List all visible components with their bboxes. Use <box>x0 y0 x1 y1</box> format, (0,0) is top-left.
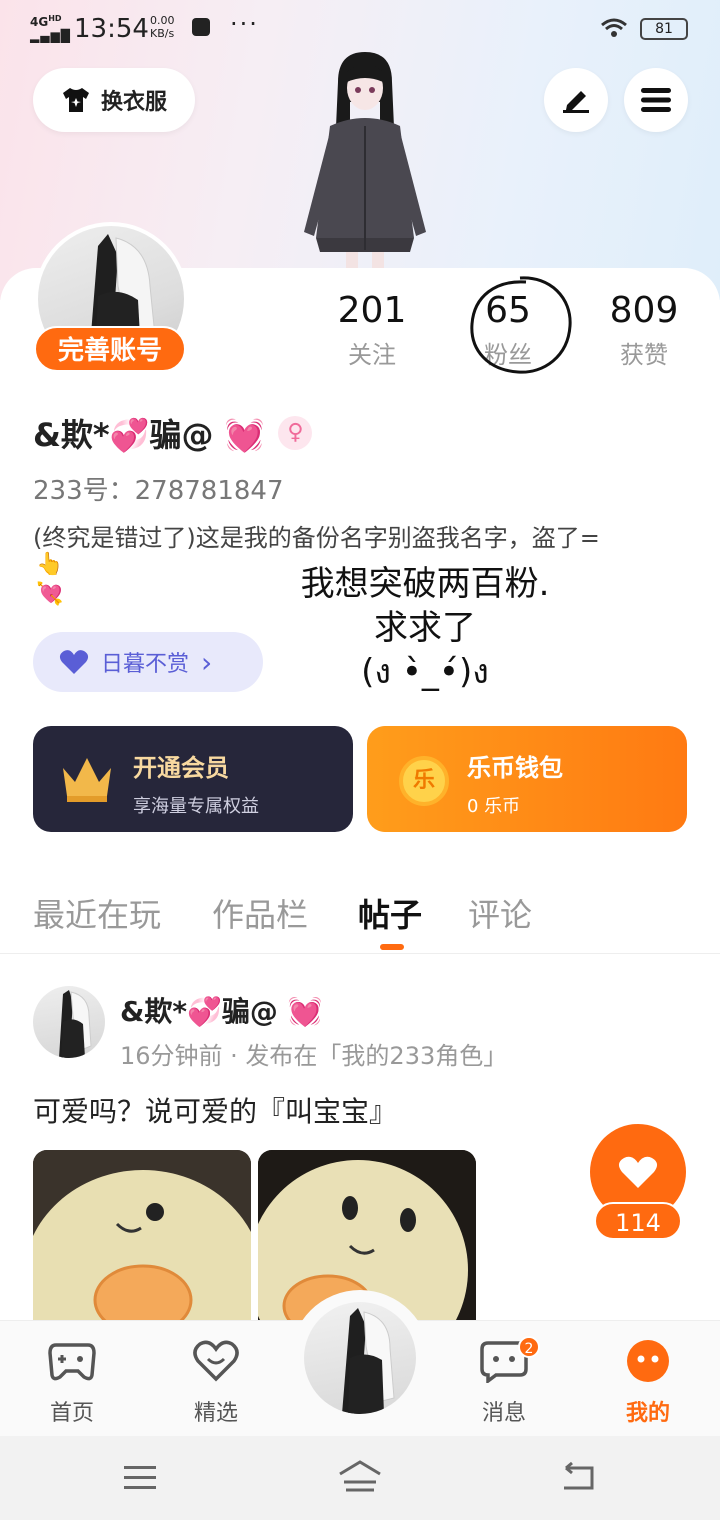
dress-up-button[interactable]: 换衣服 <box>33 68 195 132</box>
tab-recent[interactable]: 最近在玩 <box>33 890 161 936</box>
wallet-card[interactable]: 乐 乐币钱包 0 乐币 <box>367 726 687 832</box>
vip-card[interactable]: 开通会员 享海量专属权益 <box>33 726 353 832</box>
tshirt-icon <box>62 88 89 112</box>
nav-me-label: 我的 <box>625 1401 670 1426</box>
system-navigation-bar <box>0 1436 720 1520</box>
post-photo[interactable] <box>33 1150 251 1320</box>
wifi-icon <box>601 18 627 37</box>
post-author[interactable]: &欺*💞骗@ 💓 <box>120 990 323 1030</box>
active-tab-indicator <box>380 944 404 950</box>
female-icon: ♀ <box>278 416 313 450</box>
dress-up-label: 换衣服 <box>100 90 167 115</box>
overlay-text: 我想突破两百粉. 求求了 (ง •̀_•́)ง <box>300 564 550 692</box>
nav-me[interactable]: 我的 <box>598 1339 698 1427</box>
hamburger-icon <box>641 88 671 112</box>
message-badge: 2 <box>518 1336 540 1358</box>
status-bar: 4GHD ▂▄▆█ 13:54 0.00 KB/s ··· 81 <box>0 0 720 60</box>
network-indicator: 4GHD ▂▄▆█ <box>30 14 71 43</box>
tag-pill[interactable]: 日暮不赏 › <box>33 632 263 692</box>
vip-title: 开通会员 <box>133 754 229 782</box>
like-count: 114 <box>594 1202 682 1240</box>
edit-button[interactable] <box>544 68 608 132</box>
nav-featured-label: 精选 <box>193 1401 238 1426</box>
user-id: 233号：278781847 <box>33 476 284 506</box>
tab-posts[interactable]: 帖子 <box>358 890 422 936</box>
username: &欺*💞骗@ 💓 ♀ <box>33 410 313 456</box>
following-count: 201 <box>337 290 407 331</box>
likes-label: 获赞 <box>620 341 668 369</box>
more-notifications-icon: ··· <box>230 10 259 38</box>
likes-count: 809 <box>609 290 679 331</box>
post-text: 可爱吗？说可爱的『叫宝宝』 <box>33 1095 398 1128</box>
clock: 13:54 <box>74 14 149 44</box>
heart-smile-icon <box>193 1340 239 1382</box>
stat-likes[interactable]: 809 获赞 <box>584 290 704 370</box>
back-icon[interactable] <box>560 1462 598 1492</box>
vip-subtitle: 享海量专属权益 <box>133 796 259 817</box>
chevron-right-icon: › <box>201 645 213 679</box>
nav-home[interactable]: 首页 <box>22 1339 122 1427</box>
network-speed: 0.00 KB/s <box>150 14 175 40</box>
coin-icon: 乐 <box>399 756 449 806</box>
center-avatar-button[interactable] <box>304 1302 416 1414</box>
heart-icon <box>59 650 89 674</box>
tab-works[interactable]: 作品栏 <box>212 890 308 936</box>
profile-tabs: 最近在玩 作品栏 帖子 评论 <box>0 880 720 954</box>
recents-icon[interactable] <box>122 1464 158 1492</box>
character-avatar <box>304 52 426 270</box>
tag-label: 日暮不赏 <box>101 652 190 677</box>
heart-icon <box>618 1156 658 1188</box>
nav-featured[interactable]: 精选 <box>166 1339 266 1427</box>
gamepad-icon <box>48 1343 96 1381</box>
bio-emoji: 👆 💘 <box>36 552 64 607</box>
bio-text: (终究是错过了)这是我的备份名字别盗我名字，盗了= <box>33 524 600 552</box>
following-label: 关注 <box>348 341 396 369</box>
face-icon <box>627 1340 669 1382</box>
wallet-subtitle: 0 乐币 <box>467 796 521 817</box>
stat-following[interactable]: 201 关注 <box>312 290 432 370</box>
home-icon[interactable] <box>336 1458 384 1494</box>
battery-indicator: 81 <box>640 18 688 40</box>
nav-messages[interactable]: 消息 <box>454 1339 554 1427</box>
nav-messages-label: 消息 <box>481 1401 526 1426</box>
nav-home-label: 首页 <box>49 1401 94 1426</box>
tab-comments[interactable]: 评论 <box>468 890 532 936</box>
crown-icon <box>63 758 111 802</box>
post-meta: 16分钟前 · 发布在「我的233角色」 <box>120 1042 508 1070</box>
hand-drawn-circle <box>470 276 572 374</box>
tiktok-icon <box>192 18 210 36</box>
pencil-icon <box>563 91 589 113</box>
username-text: &欺*💞骗@ 💓 <box>33 416 265 454</box>
wallet-title: 乐币钱包 <box>467 754 563 782</box>
post-author-avatar[interactable] <box>33 986 105 1058</box>
complete-account-button[interactable]: 完善账号 <box>34 326 186 372</box>
menu-button[interactable] <box>624 68 688 132</box>
